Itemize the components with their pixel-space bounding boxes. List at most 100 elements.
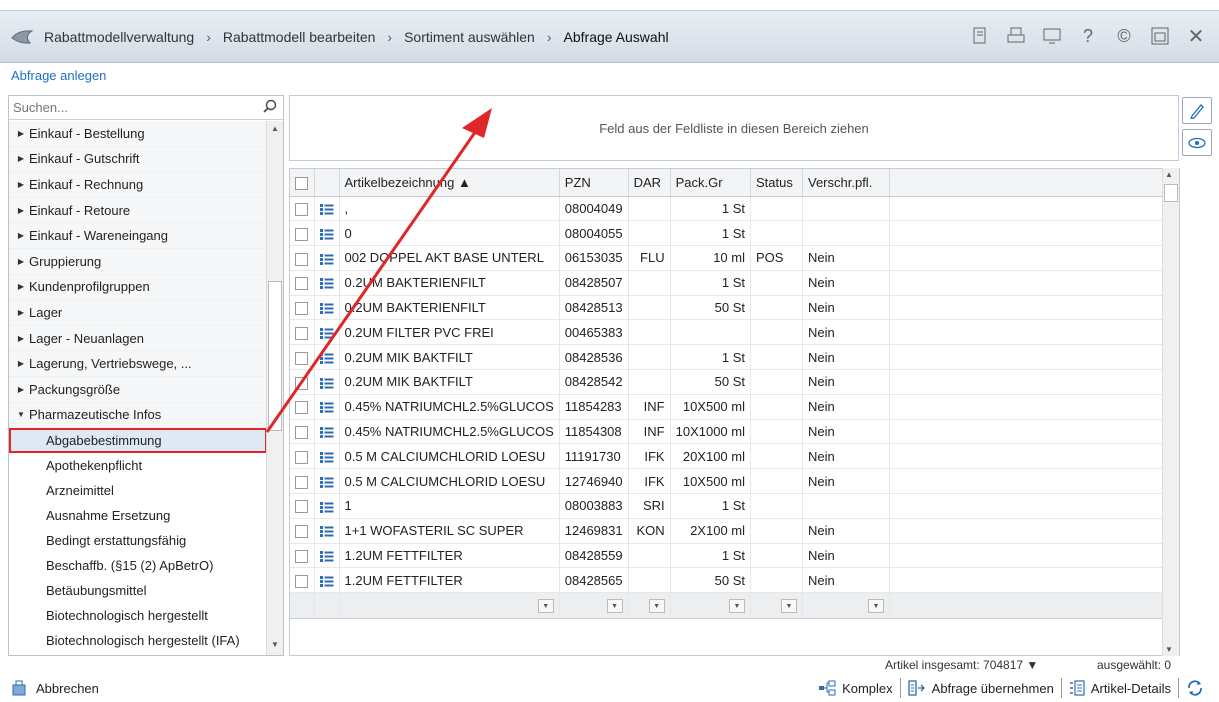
row-select[interactable] [290, 295, 315, 321]
table-row[interactable]: 0.2UM BAKTERIENFILT 08428507 1 St Nein [290, 270, 1172, 296]
field-drop-zone[interactable]: Feld aus der Feldliste in diesen Bereich… [289, 95, 1179, 161]
row-checkbox[interactable] [295, 426, 308, 440]
select-all-header[interactable] [290, 169, 315, 197]
edit-button[interactable] [1182, 97, 1212, 124]
scroll-down-icon[interactable]: ▼ [269, 640, 281, 652]
create-query-link[interactable]: Abfrage anlegen [11, 68, 106, 83]
tree-leaf[interactable]: Beschaffb. (§15 (2) ApBetrO) [9, 553, 267, 579]
table-row[interactable]: 0.45% NATRIUMCHL2.5%GLUCOS 11854308 INF 10X… [290, 419, 1172, 445]
row-icon-cell[interactable] [314, 369, 340, 395]
row-select[interactable] [290, 443, 315, 470]
column-status[interactable]: Status [750, 169, 803, 197]
tree-group[interactable]: ▶ Einkauf - Wareneingang [9, 223, 267, 249]
window-icon[interactable] [1149, 25, 1171, 47]
row-icon-cell[interactable] [314, 394, 340, 420]
filter-dropdown-icon[interactable]: ▼ [781, 598, 797, 613]
back-logo-icon[interactable] [0, 28, 44, 46]
collapse-arrow-icon[interactable]: ▼ [13, 410, 29, 419]
row-checkbox[interactable] [295, 202, 308, 216]
table-row[interactable]: 1.2UM FETTFILTER 08428559 1 St Nein [290, 543, 1172, 569]
tree-leaf[interactable]: Biotechnologisch hergestellt (IFA) [9, 628, 267, 654]
row-select[interactable] [290, 270, 315, 296]
preview-button[interactable] [1182, 129, 1212, 156]
cancel-button[interactable]: Abbrechen [12, 680, 99, 696]
expand-arrow-icon[interactable]: ▶ [13, 308, 29, 317]
row-checkbox[interactable] [295, 302, 308, 316]
tree-leaf[interactable]: Betäubungsmittel [9, 578, 267, 604]
row-icon-cell[interactable] [314, 220, 340, 247]
table-row[interactable]: 0.2UM FILTER PVC FREI 00465383 Nein [290, 319, 1172, 346]
total-count[interactable]: Artikel insgesamt: 704817 ▼ [885, 658, 1038, 672]
scroll-up-icon[interactable]: ▲ [1165, 170, 1173, 179]
scroll-up-icon[interactable]: ▲ [269, 124, 281, 136]
tree-leaf[interactable]: Bedingt erstattungsfähig [9, 528, 267, 554]
article-details-button[interactable]: Artikel-Details [1062, 678, 1179, 698]
table-row[interactable]: 0.45% NATRIUMCHL2.5%GLUCOS 11854283 INF 10X… [290, 394, 1172, 420]
tree-group[interactable]: ▶ Einkauf - Retoure [9, 197, 267, 224]
monitor-icon[interactable] [1041, 25, 1063, 47]
table-row[interactable]: 002 DOPPEL AKT BASE UNTERL 06153035 FLU 10 … [290, 245, 1172, 271]
scroll-thumb[interactable] [1164, 184, 1178, 202]
row-select[interactable] [290, 220, 315, 247]
close-icon[interactable]: ✕ [1185, 25, 1207, 48]
tree-leaf-selected[interactable]: Abgabebestimmung [9, 428, 267, 454]
row-icon-cell[interactable] [314, 567, 340, 594]
table-row[interactable]: 1 08003883 SRI 1 St [290, 493, 1172, 519]
tree-group-expanded[interactable]: ▼ Pharmazeutische Infos [9, 402, 267, 429]
grid-scrollbar[interactable]: ▲ ▼ [1162, 168, 1179, 656]
table-row[interactable]: 0.2UM BAKTERIENFILT 08428513 50 St Nein [290, 295, 1172, 321]
table-row[interactable]: 0.2UM MIK BAKTFILT 08428536 1 St Nein [290, 344, 1172, 371]
filter-dropdown-icon[interactable]: ▼ [729, 598, 745, 613]
row-icon-cell[interactable] [314, 543, 340, 569]
table-row[interactable]: 1+1 WOFASTERIL SC SUPER 12469831 KON 2X100 … [290, 518, 1172, 544]
breadcrumb-item-rabattmodellverwaltung[interactable]: Rabattmodellverwaltung [44, 29, 194, 45]
row-icon-cell[interactable] [314, 443, 340, 470]
row-icon-cell[interactable] [314, 196, 340, 222]
row-checkbox[interactable] [295, 450, 308, 464]
tree-group[interactable]: ▶ Einkauf - Gutschrift [9, 146, 267, 173]
scroll-thumb[interactable] [268, 281, 282, 431]
tree-leaf[interactable]: Ausnahme Ersetzung [9, 503, 267, 529]
row-checkbox[interactable] [295, 351, 308, 365]
row-checkbox[interactable] [295, 277, 308, 291]
filter-dropdown-icon[interactable]: ▼ [648, 598, 665, 613]
column-dar[interactable]: DAR [628, 169, 671, 197]
table-row[interactable]: 0 08004055 1 St [290, 220, 1172, 247]
expand-arrow-icon[interactable]: ▶ [13, 257, 29, 266]
row-select[interactable] [290, 567, 315, 594]
row-select[interactable] [290, 245, 315, 271]
expand-arrow-icon[interactable]: ▶ [13, 154, 29, 163]
row-checkbox[interactable] [295, 376, 308, 390]
refresh-button[interactable] [1179, 678, 1211, 698]
search-icon[interactable] [263, 99, 277, 116]
row-select[interactable] [290, 518, 315, 544]
row-select[interactable] [290, 493, 315, 519]
row-checkbox[interactable] [295, 401, 308, 415]
row-checkbox[interactable] [295, 525, 308, 539]
tree-group[interactable]: ▶ Gruppierung [9, 248, 267, 275]
apply-query-button[interactable]: Abfrage übernehmen [901, 678, 1062, 698]
row-icon-cell[interactable] [314, 493, 340, 519]
column-packgr[interactable]: Pack.Gr [670, 169, 752, 197]
select-all-checkbox[interactable] [295, 176, 308, 190]
row-select[interactable] [290, 319, 315, 346]
row-icon-cell[interactable] [314, 295, 340, 321]
row-icon-cell[interactable] [314, 319, 340, 346]
filter-dropdown-icon[interactable]: ▼ [606, 598, 623, 613]
table-row[interactable]: 0.5 M CALCIUMCHLORID LOESU 12746940 IFK 10X… [290, 468, 1172, 495]
row-checkbox[interactable] [295, 227, 308, 241]
row-select[interactable] [290, 394, 315, 420]
row-select[interactable] [290, 344, 315, 371]
print-icon[interactable] [1005, 25, 1027, 47]
row-select[interactable] [290, 543, 315, 569]
row-select[interactable] [290, 419, 315, 445]
row-icon-cell[interactable] [314, 344, 340, 371]
row-checkbox[interactable] [295, 252, 308, 266]
row-checkbox[interactable] [295, 574, 308, 588]
filter-dropdown-icon[interactable]: ▼ [537, 598, 554, 613]
expand-arrow-icon[interactable]: ▶ [13, 231, 29, 240]
expand-arrow-icon[interactable]: ▶ [13, 180, 29, 189]
expand-arrow-icon[interactable]: ▶ [13, 359, 29, 368]
help-icon[interactable]: ? [1077, 25, 1099, 47]
euro-icon[interactable]: © [1113, 25, 1135, 47]
